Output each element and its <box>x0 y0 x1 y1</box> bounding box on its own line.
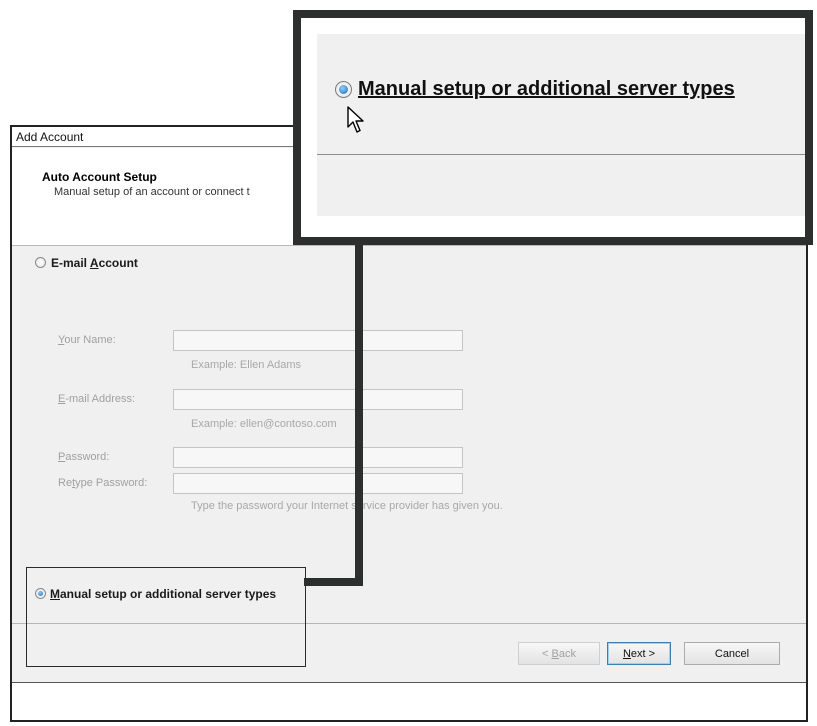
email-address-label: E-mail Address: <box>58 393 135 405</box>
email-address-hint: Example: ellen@contoso.com <box>191 418 337 430</box>
your-name-label-rest: our Name: <box>64 334 116 346</box>
window-title: Add Account <box>16 130 84 144</box>
retype-password-label-prefix: Re <box>58 477 73 489</box>
email-account-radio-option[interactable]: E-mail Account <box>35 255 138 270</box>
email-account-label-prefix: E-mail <box>51 255 90 270</box>
password-label: Password: <box>58 451 109 463</box>
your-name-input[interactable] <box>173 330 463 351</box>
zoom-manual-setup-label: Manual setup or additional server types <box>358 78 735 100</box>
email-address-input[interactable] <box>173 389 463 410</box>
back-button-rest: ack <box>558 647 576 660</box>
callout-highlight-box <box>26 567 306 667</box>
back-button-prefix: < <box>542 647 552 660</box>
email-account-label-suffix: ccount <box>98 255 138 270</box>
arrow-cursor-icon <box>347 106 367 137</box>
zoom-radio-icon <box>335 81 352 98</box>
next-button-mnemonic: N <box>622 647 631 660</box>
back-button-mnemonic: B <box>551 647 559 660</box>
dialog-footer <box>12 683 806 720</box>
callout-connector-horizontal <box>304 578 361 586</box>
email-account-label-mnemonic: A <box>89 255 99 270</box>
your-name-label: Your Name: <box>58 334 116 346</box>
password-input[interactable] <box>173 447 463 468</box>
email-address-label-rest: -mail Address: <box>65 393 136 405</box>
callout-connector-vertical <box>355 238 363 586</box>
email-account-radio[interactable] <box>35 257 46 269</box>
cancel-button[interactable]: Cancel <box>684 642 780 665</box>
next-button[interactable]: Next > <box>607 642 671 665</box>
password-hint: Type the password your Internet service … <box>191 500 503 512</box>
zoom-callout-panel: Manual setup or additional server types <box>293 10 813 245</box>
your-name-hint: Example: Ellen Adams <box>191 359 302 371</box>
retype-password-label: Retype Password: <box>58 477 147 489</box>
back-button[interactable]: < Back <box>518 642 600 665</box>
retype-password-label-rest: ype Password: <box>75 477 148 489</box>
email-account-label[interactable]: E-mail Account <box>51 256 138 270</box>
retype-password-input[interactable] <box>173 473 463 494</box>
next-button-rest: ext > <box>630 647 656 660</box>
zoom-manual-setup-option: Manual setup or additional server types <box>335 78 735 101</box>
zoom-callout-content: Manual setup or additional server types <box>317 34 805 216</box>
password-label-rest: assword: <box>65 451 110 463</box>
zoom-divider <box>317 154 805 155</box>
